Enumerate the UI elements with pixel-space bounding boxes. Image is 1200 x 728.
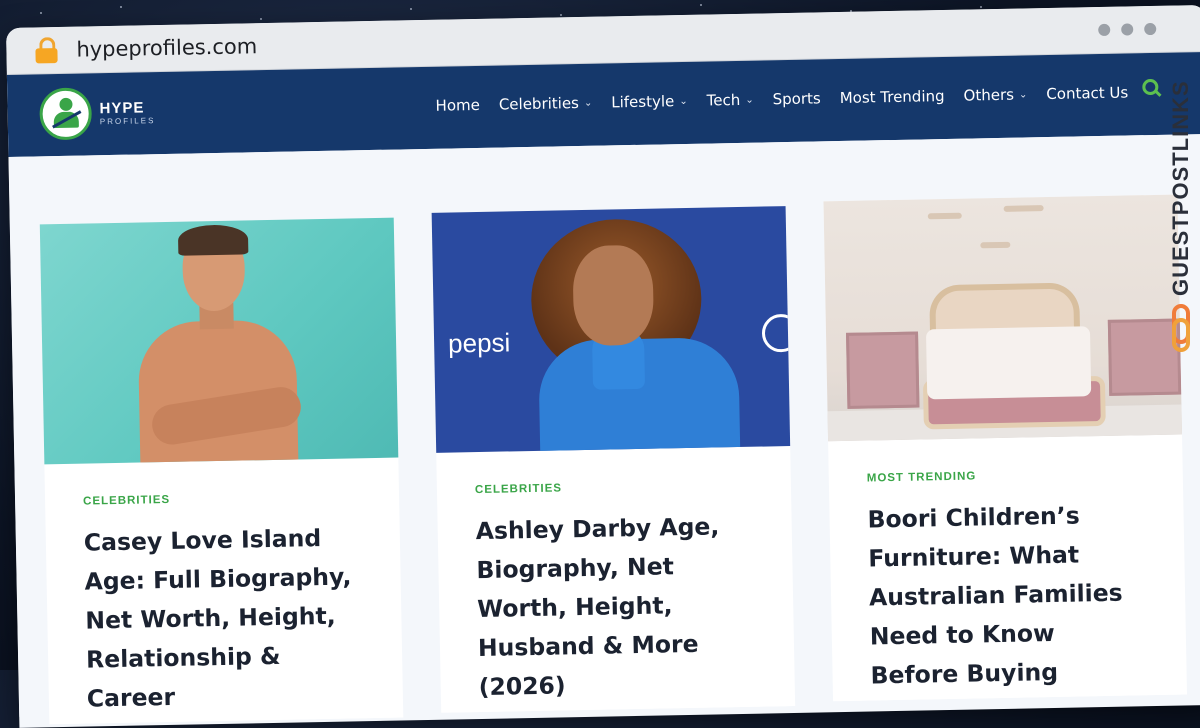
article-title[interactable]: Casey Love Island Age: Full Biography, N…: [84, 518, 366, 718]
nav-item-label: Home: [435, 95, 481, 115]
address-bar[interactable]: hypeprofiles.com: [76, 34, 257, 61]
window-controls[interactable]: [1098, 22, 1157, 37]
nav-item-lifestyle[interactable]: Lifestyle ⌄: [611, 92, 688, 111]
article-image-bedroom[interactable]: [823, 194, 1183, 442]
guestpostlinks-watermark: GUESTPOSTLINKS: [1168, 56, 1200, 356]
nav-item-label: Contact Us: [1046, 83, 1129, 104]
nav-item-label: Sports: [772, 89, 821, 109]
main-nav: Home Celebrities ⌄ Lifestyle ⌄ Tech ⌄ Sports Mos…: [435, 83, 1147, 115]
article-category[interactable]: CELEBRITIES: [475, 479, 753, 496]
nav-item-home[interactable]: Home: [435, 96, 480, 115]
nav-item-label: Celebrities: [498, 94, 580, 114]
logo-text-line1: HYPE: [99, 98, 145, 117]
browser-window: hypeprofiles.com HYPE PROFILES Home Celeb…: [6, 4, 1200, 728]
nav-item-celebrities[interactable]: Celebrities ⌄: [499, 94, 593, 114]
nav-item-sports[interactable]: Sports: [772, 89, 820, 108]
chevron-down-icon: ⌄: [583, 97, 593, 109]
nav-item-label: Tech: [706, 90, 741, 110]
article-card[interactable]: CELEBRITIES Casey Love Island Age: Full …: [39, 217, 404, 725]
nav-item-most-trending[interactable]: Most Trending: [840, 87, 945, 107]
nav-item-others[interactable]: Others ⌄: [963, 85, 1028, 105]
chevron-down-icon: ⌄: [1018, 88, 1028, 101]
nav-item-contact-us[interactable]: Contact Us: [1046, 83, 1128, 103]
nav-item-tech[interactable]: Tech ⌄: [706, 91, 753, 110]
nav-item-label: Lifestyle: [611, 92, 675, 112]
lock-icon: [34, 37, 58, 64]
search-icon[interactable]: [1142, 78, 1164, 101]
article-title[interactable]: Ashley Darby Age, Biography, Net Worth, …: [475, 507, 757, 707]
nav-item-label: Most Trending: [839, 86, 945, 108]
article-title[interactable]: Boori Children’s Furniture: What Austral…: [867, 495, 1149, 695]
article-image-woman[interactable]: pepsi: [431, 206, 791, 453]
article-image-man[interactable]: [39, 217, 399, 465]
article-grid: CELEBRITIES Casey Love Island Age: Full …: [8, 133, 1200, 725]
watermark-text: GUESTPOSTLINKS: [1168, 80, 1193, 296]
logo-icon: [39, 87, 93, 141]
window-dot-icon[interactable]: [1121, 23, 1134, 36]
article-card[interactable]: pepsi CELEBRITIES Ashley Darby Age, Biog…: [431, 206, 796, 713]
pepsi-globe-icon: [761, 313, 791, 353]
chevron-down-icon: ⌄: [679, 95, 688, 107]
window-dot-icon[interactable]: [1098, 23, 1111, 37]
chevron-down-icon: ⌄: [745, 94, 754, 106]
article-category[interactable]: MOST TRENDING: [867, 467, 1145, 484]
nav-item-label: Others: [963, 85, 1015, 105]
window-dot-icon[interactable]: [1144, 22, 1157, 36]
site-logo[interactable]: HYPE PROFILES: [39, 86, 156, 141]
article-category[interactable]: CELEBRITIES: [83, 490, 361, 508]
logo-text-line2: PROFILES: [99, 115, 156, 126]
article-card[interactable]: MOST TRENDING Boori Children’s Furniture…: [823, 194, 1188, 702]
pepsi-logo-text: pepsi: [447, 327, 511, 359]
